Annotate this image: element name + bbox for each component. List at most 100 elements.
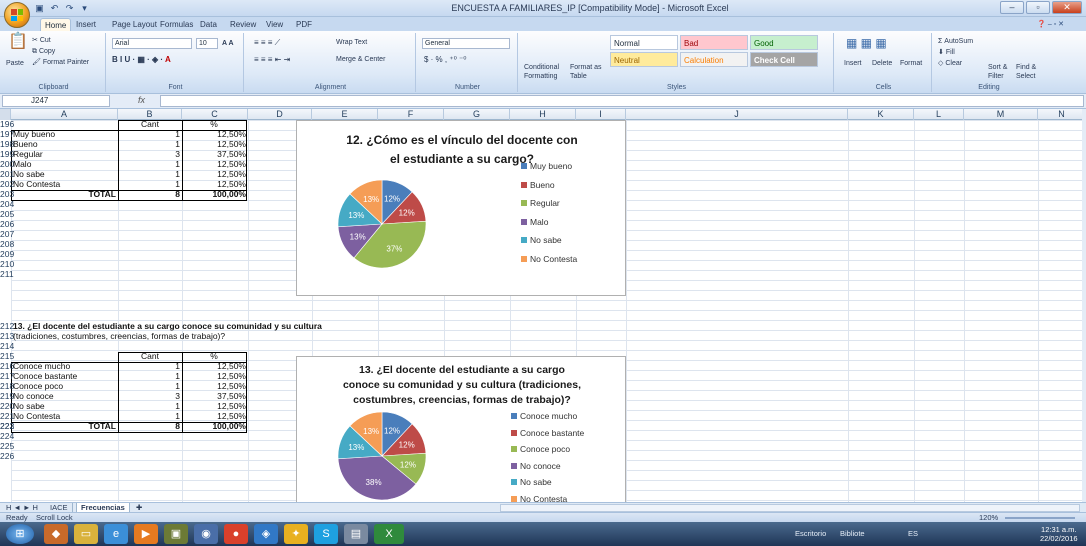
ie-icon[interactable]: e (104, 524, 128, 544)
col-header-m[interactable]: M (964, 109, 1038, 120)
tab-page-layout[interactable]: Page Layout (108, 18, 161, 31)
row-header[interactable]: 213 (0, 332, 14, 341)
excel-icon[interactable]: X (374, 524, 404, 544)
style-good[interactable]: Good (750, 35, 818, 50)
row-header[interactable]: 203 (0, 190, 14, 199)
taskbar-app-icon[interactable]: ▣ (164, 524, 188, 544)
customize-toolbar-icon[interactable]: ▾ (79, 3, 90, 14)
grow-font-icon[interactable]: A A (222, 39, 234, 48)
tab-insert[interactable]: Insert (72, 18, 100, 31)
number-format-icons[interactable]: $ · % , ⁺⁰ ⁻⁰ (424, 55, 466, 64)
row-header[interactable]: 218 (0, 382, 14, 391)
style-bad[interactable]: Bad (680, 35, 748, 50)
taskbar-app-icon[interactable]: ✦ (284, 524, 308, 544)
worksheet-grid[interactable]: 196 Cant % 197 Muy bueno 1 12,50% 198 Bueno 1 1… (0, 120, 1082, 502)
row-header[interactable]: 215 (0, 352, 14, 361)
horizontal-scrollbar[interactable] (500, 504, 1080, 512)
row-header[interactable]: 197 (0, 130, 14, 139)
taskbar-app-icon[interactable]: ◈ (254, 524, 278, 544)
style-calculation[interactable]: Calculation (680, 52, 748, 67)
align-horizontal-icons[interactable]: ≡ ≡ ≡ ⇤ ⇥ (254, 55, 290, 64)
tab-view[interactable]: View (262, 18, 287, 31)
row-header[interactable]: 212 (0, 322, 14, 331)
number-format-select[interactable]: General (422, 38, 510, 49)
pie-chart-12[interactable]: 12. ¿Cómo es el vínculo del docente con … (296, 120, 626, 296)
font-name-select[interactable]: Arial (112, 38, 192, 49)
folder-icon[interactable]: ▭ (74, 524, 98, 544)
row-header[interactable]: 200 (0, 160, 14, 169)
conditional-formatting-button[interactable]: Conditional Formatting (524, 63, 570, 81)
merge-center-button[interactable]: Merge & Center (336, 55, 385, 64)
row-header[interactable]: 202 (0, 180, 14, 189)
row-header[interactable]: 198 (0, 140, 14, 149)
col-header-d[interactable]: D (248, 109, 312, 120)
col-header-g[interactable]: G (444, 109, 510, 120)
row-header[interactable]: 219 (0, 392, 14, 401)
maximize-button[interactable]: ▫ (1026, 1, 1050, 14)
col-header-n[interactable]: N (1038, 109, 1086, 120)
media-player-icon[interactable]: ▶ (134, 524, 158, 544)
col-header-l[interactable]: L (914, 109, 964, 120)
row-header[interactable]: 211 (0, 270, 14, 279)
help-icon[interactable]: ❓ – ▫ ✕ (1037, 20, 1064, 29)
save-icon[interactable]: ▣ (34, 3, 45, 14)
row-header[interactable]: 221 (0, 412, 14, 421)
tab-review[interactable]: Review (226, 18, 260, 31)
style-normal[interactable]: Normal (610, 35, 678, 50)
align-top-icons[interactable]: ≡ ≡ ≡ ⟋ (254, 38, 280, 47)
tab-pdf[interactable]: PDF (292, 18, 316, 31)
delete-cells-button[interactable]: Delete (872, 59, 892, 68)
bold-italic-underline-buttons[interactable]: B I U · ▦ · ◈ · A (112, 55, 171, 64)
col-header-c[interactable]: C (182, 109, 248, 120)
clock[interactable]: 12:31 a.m. 22/02/2016 (1040, 525, 1078, 543)
style-check-cell[interactable]: Check Cell (750, 52, 818, 67)
row-header[interactable]: 224 (0, 432, 14, 441)
tab-formulas[interactable]: Formulas (156, 18, 197, 31)
row-header[interactable]: 216 (0, 362, 14, 371)
row-header[interactable]: 223 (0, 422, 14, 431)
formula-input[interactable] (160, 95, 1084, 107)
col-header-i[interactable]: I (576, 109, 626, 120)
row-header[interactable]: 199 (0, 150, 14, 159)
tab-data[interactable]: Data (196, 18, 221, 31)
col-header-e[interactable]: E (312, 109, 378, 120)
paste-button[interactable]: Paste (6, 59, 24, 68)
find-select-button[interactable]: Find & Select (1016, 63, 1042, 81)
row-header[interactable]: 210 (0, 260, 14, 269)
desktop-toolbar[interactable]: Escritorio (795, 529, 826, 538)
col-header-a[interactable]: A (11, 109, 118, 120)
taskbar-app-icon[interactable]: ◆ (44, 524, 68, 544)
taskbar-app-icon[interactable]: ▤ (344, 524, 368, 544)
col-header-h[interactable]: H (510, 109, 576, 120)
row-header[interactable]: 205 (0, 210, 14, 219)
vertical-scrollbar[interactable] (1082, 109, 1086, 502)
office-button[interactable] (4, 2, 30, 28)
fx-icon[interactable]: fx (138, 95, 145, 105)
format-as-table-button[interactable]: Format as Table (570, 63, 606, 81)
insert-cells-button[interactable]: Insert (844, 59, 862, 68)
start-button[interactable]: ⊞ (6, 524, 34, 544)
row-header[interactable]: 217 (0, 372, 14, 381)
row-header[interactable]: 214 (0, 342, 14, 351)
row-header[interactable]: 204 (0, 200, 14, 209)
sort-filter-button[interactable]: Sort & Filter (988, 63, 1014, 81)
undo-icon[interactable]: ↶ (49, 3, 60, 14)
col-header-b[interactable]: B (118, 109, 182, 120)
paste-icon[interactable]: 📋 (8, 34, 28, 50)
fill-button[interactable]: ⬇ Fill (938, 48, 955, 57)
pie-chart-13[interactable]: 13. ¿El docente del estudiante a su carg… (296, 356, 626, 502)
wrap-text-button[interactable]: Wrap Text (336, 38, 367, 47)
row-header[interactable]: 208 (0, 240, 14, 249)
select-all-corner[interactable] (0, 109, 11, 120)
col-header-k[interactable]: K (848, 109, 914, 120)
copy-button[interactable]: ⧉ Copy (32, 47, 55, 56)
taskbar-app-icon[interactable]: ◉ (194, 524, 218, 544)
language-indicator[interactable]: ES (908, 529, 918, 538)
minimize-button[interactable]: – (1000, 1, 1024, 14)
row-header[interactable]: 225 (0, 442, 14, 451)
format-painter-button[interactable]: 🖌 Format Painter (32, 58, 89, 67)
style-neutral[interactable]: Neutral (610, 52, 678, 67)
row-header[interactable]: 207 (0, 230, 14, 239)
cut-button[interactable]: ✂ Cut (32, 36, 51, 45)
row-header[interactable]: 201 (0, 170, 14, 179)
